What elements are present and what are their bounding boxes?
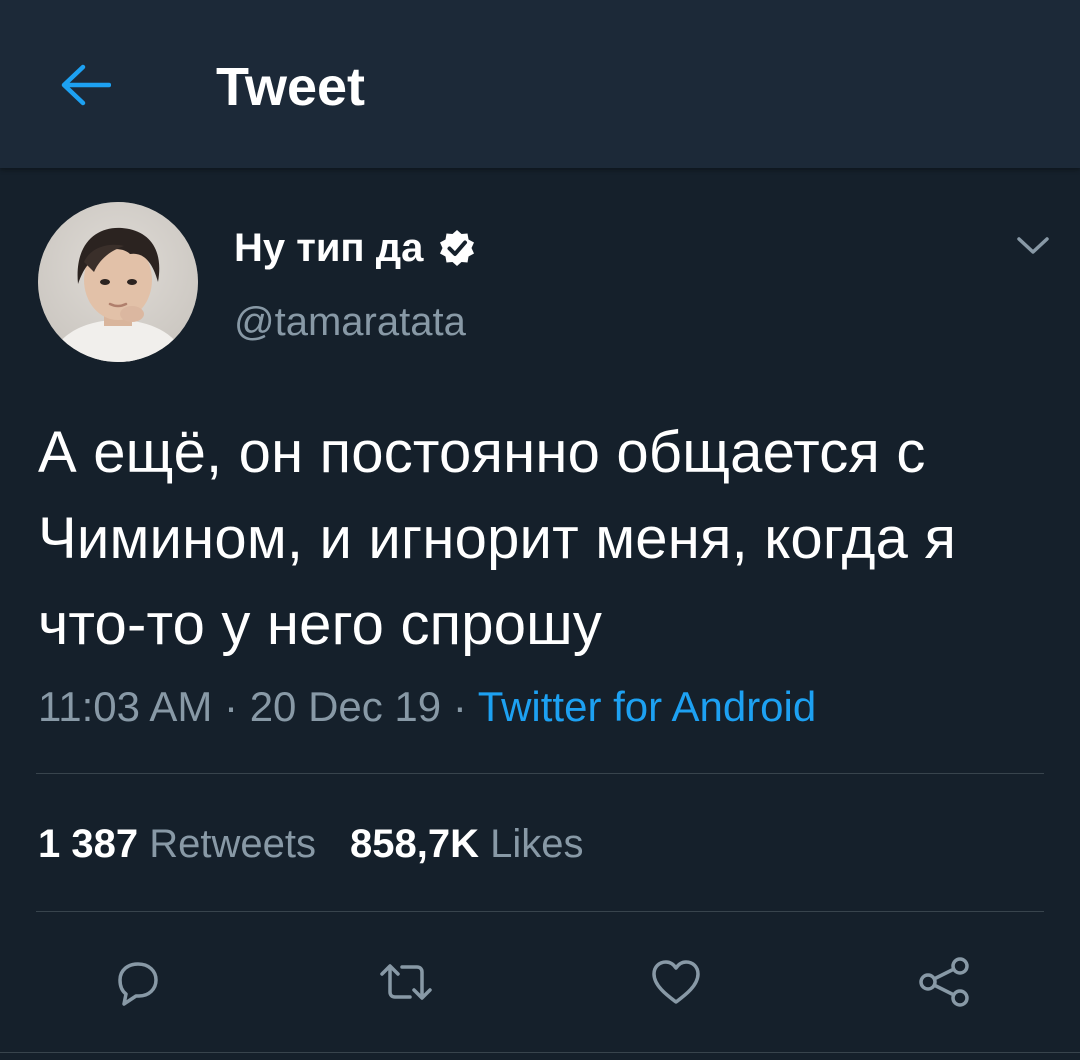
divider [36,911,1044,912]
tweet-stats: 1 387 Retweets 858,7K Likes [38,818,583,870]
share-button[interactable] [904,942,984,1022]
tweet-meta: 11:03 AM · 20 Dec 19 · Twitter for Andro… [38,680,816,734]
reply-button[interactable] [96,942,176,1022]
likes-label: Likes [490,822,584,866]
tweet-actions-bar [0,942,1080,1022]
verified-badge-icon [440,230,475,266]
retweets-label: Retweets [149,822,316,866]
avatar-photo [38,202,198,362]
divider [0,1052,1080,1053]
page-title: Tweet [216,57,366,117]
tweet-time: 11:03 AM [38,683,213,730]
retweets-stat[interactable]: 1 387 Retweets [38,818,316,870]
likes-stat[interactable]: 858,7K Likes [350,818,584,870]
share-icon [919,957,969,1007]
author-name[interactable]: Ну тип да [234,222,477,274]
retweets-count: 1 387 [38,822,139,866]
divider [36,773,1044,774]
tweet-menu-button[interactable] [1008,226,1058,266]
author-display-name: Ну тип да [234,226,424,270]
arrow-left-icon [61,64,111,106]
meta-separator: · [452,683,467,730]
author-handle[interactable]: @tamaratata [234,296,466,348]
tweet-date: 20 Dec 19 [249,683,442,730]
top-app-bar: Tweet [0,0,1080,168]
meta-separator: · [224,683,239,730]
likes-count: 858,7K [349,822,479,866]
tweet-source-link[interactable]: Twitter for Android [478,683,816,730]
retweet-button[interactable] [366,942,446,1022]
avatar[interactable] [38,202,198,362]
back-button[interactable] [50,55,120,115]
retweet-icon [380,964,432,1000]
tweet-text: А ещё, он постоянно общается с Чимином, … [38,420,957,657]
chevron-down-icon [1017,237,1049,254]
reply-icon [118,962,158,1006]
like-icon [652,960,700,1004]
like-button[interactable] [636,942,716,1022]
